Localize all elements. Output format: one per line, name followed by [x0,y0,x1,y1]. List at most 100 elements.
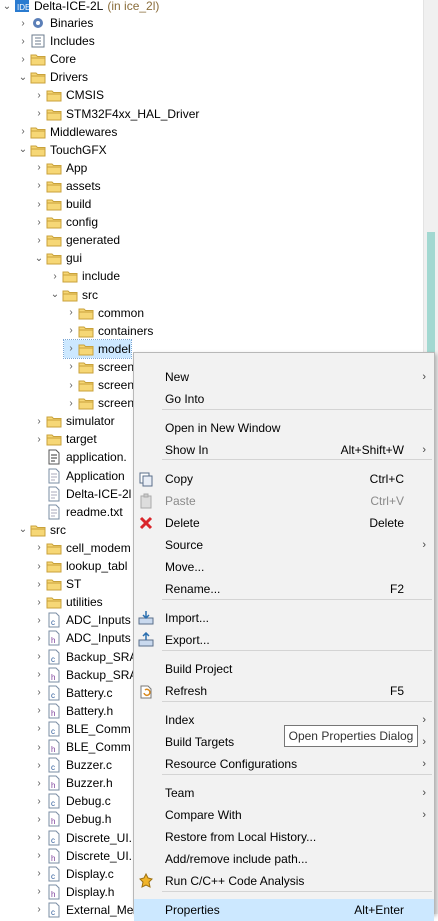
chevron-right-icon[interactable]: › [32,684,46,702]
tree-item[interactable]: ⌄ gui [32,249,82,267]
chevron-right-icon[interactable]: › [32,86,46,104]
tree-item[interactable]: › h Discrete_UI. [32,847,132,865]
tree-item[interactable]: › Includes [16,32,94,50]
tree-item[interactable]: ⌄ src [16,521,66,539]
tree-item[interactable]: ⌄ Drivers [16,68,88,86]
chevron-right-icon[interactable]: › [16,32,30,50]
chevron-right-icon[interactable]: › [32,213,46,231]
tree-item[interactable]: › ST [32,575,81,593]
chevron-right-icon[interactable]: › [32,629,46,647]
tree-item[interactable]: application. [32,448,127,466]
menu-item[interactable]: Import... [134,607,434,629]
menu-item[interactable]: Rename... F2 [134,578,434,600]
tree-item[interactable]: › c BLE_Comm [32,720,131,738]
tree-item[interactable]: › containers [64,322,153,340]
tree-item[interactable]: › Binaries [16,14,93,32]
chevron-right-icon[interactable]: › [32,865,46,883]
menu-item[interactable]: Show In Alt+Shift+W › [134,439,434,461]
chevron-right-icon[interactable]: › [32,557,46,575]
chevron-right-icon[interactable]: › [32,105,46,123]
tree-item[interactable]: › Middlewares [16,123,117,141]
tree-item[interactable]: › c Discrete_UI. [32,829,132,847]
menu-item[interactable]: Run C/C++ Code Analysis [134,870,434,892]
menu-item[interactable]: Copy Ctrl+C [134,468,434,490]
menu-item[interactable]: Delete Delete [134,512,434,534]
tree-item[interactable]: › h Display.h [32,883,114,901]
chevron-right-icon[interactable]: › [64,394,78,412]
chevron-right-icon[interactable]: › [32,177,46,195]
chevron-right-icon[interactable]: › [32,593,46,611]
chevron-right-icon[interactable]: › [32,901,46,919]
tree-item[interactable]: › h Backup_SRA [32,666,137,684]
tree-item[interactable]: › model [63,338,132,359]
tree-item[interactable]: › App [32,159,87,177]
scrollbar-thumb[interactable] [427,232,435,352]
chevron-right-icon[interactable]: › [32,702,46,720]
menu-item[interactable]: Resource Configurations › [134,753,434,775]
tree-item[interactable]: › c ADC_Inputs [32,611,131,629]
tree-item[interactable]: › common [64,304,144,322]
menu-item[interactable]: Open in New Window [134,417,434,439]
tree-item[interactable]: › c External_Me [32,901,133,919]
chevron-right-icon[interactable]: › [32,648,46,666]
menu-item[interactable]: Restore from Local History... [134,826,434,848]
tree-item[interactable]: › target [32,430,96,448]
chevron-right-icon[interactable]: › [32,611,46,629]
tree-item[interactable]: ⌄ TouchGFX [16,141,107,159]
menu-item[interactable]: Go Into [134,388,434,410]
tree-item[interactable]: › h BLE_Comm [32,738,131,756]
menu-item[interactable]: Refresh F5 [134,680,434,702]
chevron-right-icon[interactable]: › [32,829,46,847]
chevron-right-icon[interactable]: › [32,412,46,430]
chevron-right-icon[interactable]: › [32,666,46,684]
menu-item[interactable]: Team › [134,782,434,804]
chevron-down-icon[interactable]: ⌄ [48,286,62,304]
tree-item[interactable]: › lookup_tabl [32,557,127,575]
tree-item[interactable]: › include [48,267,120,285]
chevron-down-icon[interactable]: ⌄ [16,68,30,86]
chevron-down-icon[interactable]: ⌄ [16,521,30,539]
menu-item[interactable]: New › [134,366,434,388]
tree-item[interactable]: › config [32,213,98,231]
tree-item[interactable]: › assets [32,177,100,195]
chevron-right-icon[interactable]: › [64,322,78,340]
tree-item[interactable]: readme.txt [32,503,123,521]
chevron-right-icon[interactable]: › [32,792,46,810]
chevron-right-icon[interactable]: › [64,376,78,394]
menu-item[interactable]: Compare With › [134,804,434,826]
chevron-right-icon[interactable]: › [32,883,46,901]
tree-item[interactable]: › c Display.c [32,865,114,883]
chevron-right-icon[interactable]: › [32,195,46,213]
tree-item[interactable]: › screen [64,376,134,394]
tree-item[interactable]: › build [32,195,91,213]
tree-item[interactable]: ⌄ src [48,286,98,304]
tree-item[interactable]: › c Buzzer.c [32,756,112,774]
menu-item[interactable]: Source › [134,534,434,556]
tree-item[interactable]: › CMSIS [32,86,104,104]
tree-item[interactable]: › c Backup_SRA [32,648,137,666]
tree-item[interactable]: Delta-ICE-2l [32,485,131,503]
menu-item[interactable]: Move... [134,556,434,578]
tree-item[interactable]: › h Buzzer.h [32,774,113,792]
chevron-right-icon[interactable]: › [32,231,46,249]
menu-item[interactable]: Export... [134,629,434,651]
chevron-right-icon[interactable]: › [64,304,78,322]
chevron-right-icon[interactable]: › [32,539,46,557]
chevron-right-icon[interactable]: › [64,358,78,376]
tree-item[interactable]: › screen [64,358,134,376]
tree-item[interactable]: › h ADC_Inputs [32,629,131,647]
chevron-right-icon[interactable]: › [32,810,46,828]
tree-item[interactable]: › utilities [32,593,102,611]
chevron-right-icon[interactable]: › [32,720,46,738]
chevron-right-icon[interactable]: › [32,575,46,593]
tree-item[interactable]: › generated [32,231,120,249]
chevron-down-icon[interactable]: ⌄ [16,141,30,159]
tree-item[interactable]: › c Debug.c [32,792,111,810]
chevron-right-icon[interactable]: › [64,340,78,358]
tree-item[interactable]: › screen [64,394,134,412]
tree-item[interactable]: › cell_modem [32,539,130,557]
chevron-right-icon[interactable]: › [32,756,46,774]
tree-item[interactable]: › Core [16,50,76,68]
chevron-right-icon[interactable]: › [32,430,46,448]
tree-item[interactable]: › h Debug.h [32,810,111,828]
